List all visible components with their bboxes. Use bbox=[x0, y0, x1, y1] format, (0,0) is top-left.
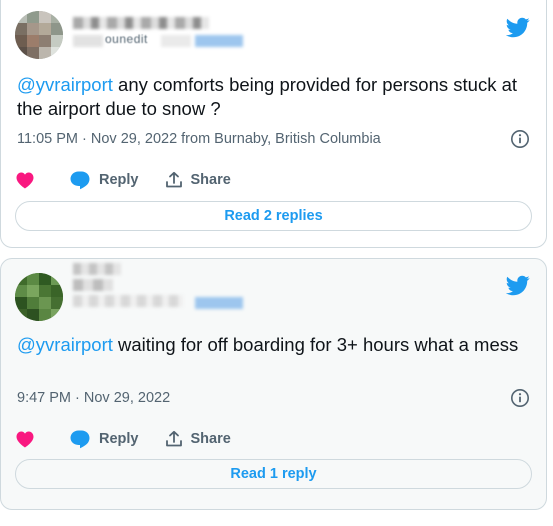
share-upload-icon bbox=[165, 171, 182, 188]
mention-link[interactable]: @yvrairport bbox=[17, 334, 113, 355]
read-replies-button[interactable]: Read 2 replies bbox=[15, 201, 532, 231]
author-handle-redacted[interactable] bbox=[73, 35, 103, 47]
reply-button[interactable]: Reply bbox=[69, 170, 139, 190]
tweet-timestamp[interactable]: 9:47 PM · Nov 29, 2022 bbox=[17, 390, 170, 406]
author-handle-redacted[interactable] bbox=[73, 295, 183, 307]
author-handle-redacted-blue bbox=[195, 35, 243, 47]
action-bar: Reply Share bbox=[15, 170, 231, 190]
author-name-redacted[interactable] bbox=[73, 263, 121, 275]
author-handle-redacted-blue bbox=[195, 297, 243, 309]
like-button[interactable] bbox=[15, 430, 37, 448]
heart-icon bbox=[16, 172, 34, 189]
action-bar: Reply Share bbox=[15, 429, 231, 449]
tweet-text: @yvrairport any comforts being provided … bbox=[17, 73, 526, 121]
avatar[interactable] bbox=[15, 11, 63, 59]
share-button[interactable]: Share bbox=[165, 430, 231, 448]
reply-button[interactable]: Reply bbox=[69, 429, 139, 449]
reply-label: Reply bbox=[99, 172, 139, 188]
share-upload-icon bbox=[165, 430, 182, 447]
author-name-redacted[interactable] bbox=[73, 17, 209, 29]
avatar[interactable] bbox=[15, 273, 63, 321]
tweet-timestamp[interactable]: 11:05 PM · Nov 29, 2022 from Burnaby, Br… bbox=[17, 131, 381, 147]
twitter-bird-icon[interactable] bbox=[506, 15, 530, 39]
heart-icon bbox=[16, 431, 34, 448]
share-label: Share bbox=[190, 431, 231, 447]
speech-bubble-icon bbox=[70, 171, 90, 190]
info-circle-icon[interactable] bbox=[510, 129, 530, 149]
author-name-redacted-2 bbox=[73, 279, 113, 291]
reply-label: Reply bbox=[99, 431, 139, 447]
speech-bubble-icon bbox=[70, 430, 90, 449]
tweet-card[interactable]: ounedit @yvrairport any comforts being p… bbox=[0, 0, 547, 248]
like-button[interactable] bbox=[15, 171, 37, 189]
share-button[interactable]: Share bbox=[165, 171, 231, 189]
info-circle-icon[interactable] bbox=[510, 388, 530, 408]
author-handle-fragment: ounedit bbox=[105, 32, 148, 46]
tweet-text: @yvrairport waiting for off boarding for… bbox=[17, 333, 526, 357]
tweet-body: waiting for off boarding for 3+ hours wh… bbox=[112, 334, 519, 355]
mention-link[interactable]: @yvrairport bbox=[17, 74, 113, 95]
author-handle-redacted-tail bbox=[161, 35, 191, 47]
tweet-card[interactable]: @yvrairport waiting for off boarding for… bbox=[0, 258, 547, 510]
twitter-bird-icon[interactable] bbox=[506, 273, 530, 297]
share-label: Share bbox=[190, 172, 231, 188]
read-replies-button[interactable]: Read 1 reply bbox=[15, 459, 532, 489]
